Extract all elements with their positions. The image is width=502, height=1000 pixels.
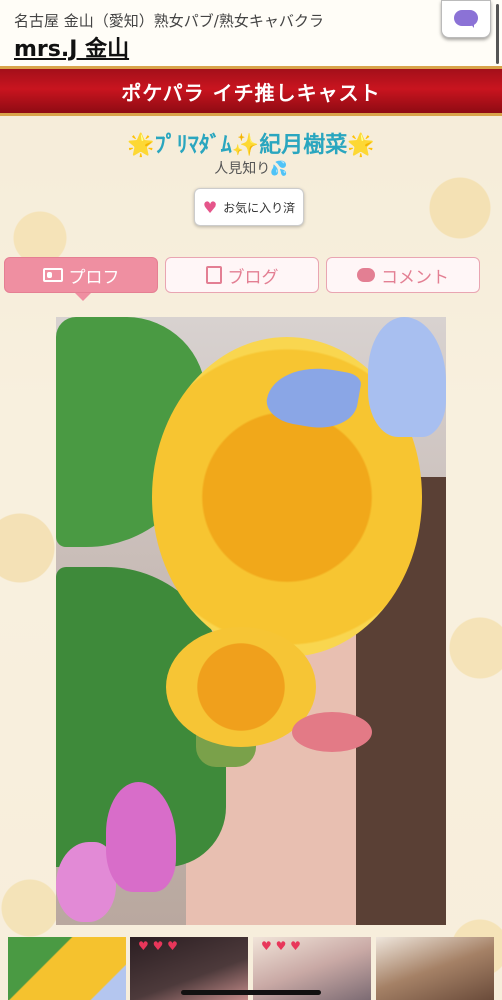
pickup-banner: ポケパラ イチ推しキャスト — [0, 66, 502, 116]
photo-thumbnail[interactable] — [376, 937, 494, 1000]
heart-icon: ♥ — [202, 197, 218, 217]
sparkle-icon: ✨ — [231, 133, 260, 158]
tab-blog[interactable]: ブログ — [165, 257, 319, 293]
banner-title: ポケパラ イチ推しキャスト — [121, 80, 381, 105]
chat-bubble-icon — [454, 10, 478, 28]
memo-icon — [205, 266, 222, 284]
shop-subtitle: 名古屋 金山（愛知）熟女パブ/熟女キャバクラ — [14, 12, 324, 30]
tab-profile[interactable]: プロフ — [4, 257, 158, 301]
home-indicator[interactable] — [181, 990, 321, 995]
tab-blog-label: ブログ — [227, 267, 279, 288]
chat-button[interactable] — [441, 0, 491, 38]
blue-butterfly-icon — [263, 317, 446, 467]
tab-comment-label: コメント — [381, 267, 449, 288]
profile-card-icon — [42, 268, 63, 282]
tab-profile-label: プロフ — [68, 267, 120, 288]
photo-lips — [292, 712, 372, 752]
page-header: 名古屋 金山（愛知）熟女パブ/熟女キャバクラ mrs.J 金山 — [0, 0, 502, 66]
cast-catchphrase-text: 人見知り — [214, 161, 271, 177]
cast-name: 🌟ﾌﾟﾘﾏﾀﾞﾑ✨紀月樹菜🌟 — [0, 127, 502, 159]
cast-catchphrase: 人見知り💦 — [0, 158, 502, 178]
photo-thumbnail[interactable] — [8, 937, 126, 1000]
favorite-button-label: お気に入り済 — [223, 200, 296, 215]
cast-name-prefix: ﾌﾟﾘﾏﾀﾞﾑ — [154, 133, 232, 158]
sweat-drops-icon: 💦 — [270, 161, 288, 177]
cast-name-main: 紀月樹菜 — [259, 133, 348, 158]
pink-butterfly-icon — [56, 782, 186, 925]
tab-comment[interactable]: コメント — [326, 257, 480, 293]
cast-main-photo[interactable] — [56, 317, 446, 925]
shop-name-link[interactable]: mrs.J 金山 — [14, 31, 129, 63]
favorite-button[interactable]: ♥ お気に入り済 — [194, 188, 304, 226]
star-icon: 🌟 — [127, 133, 155, 158]
scrollbar[interactable] — [496, 4, 499, 64]
comment-bubble-icon — [357, 268, 375, 282]
star-icon: 🌟 — [347, 133, 375, 158]
